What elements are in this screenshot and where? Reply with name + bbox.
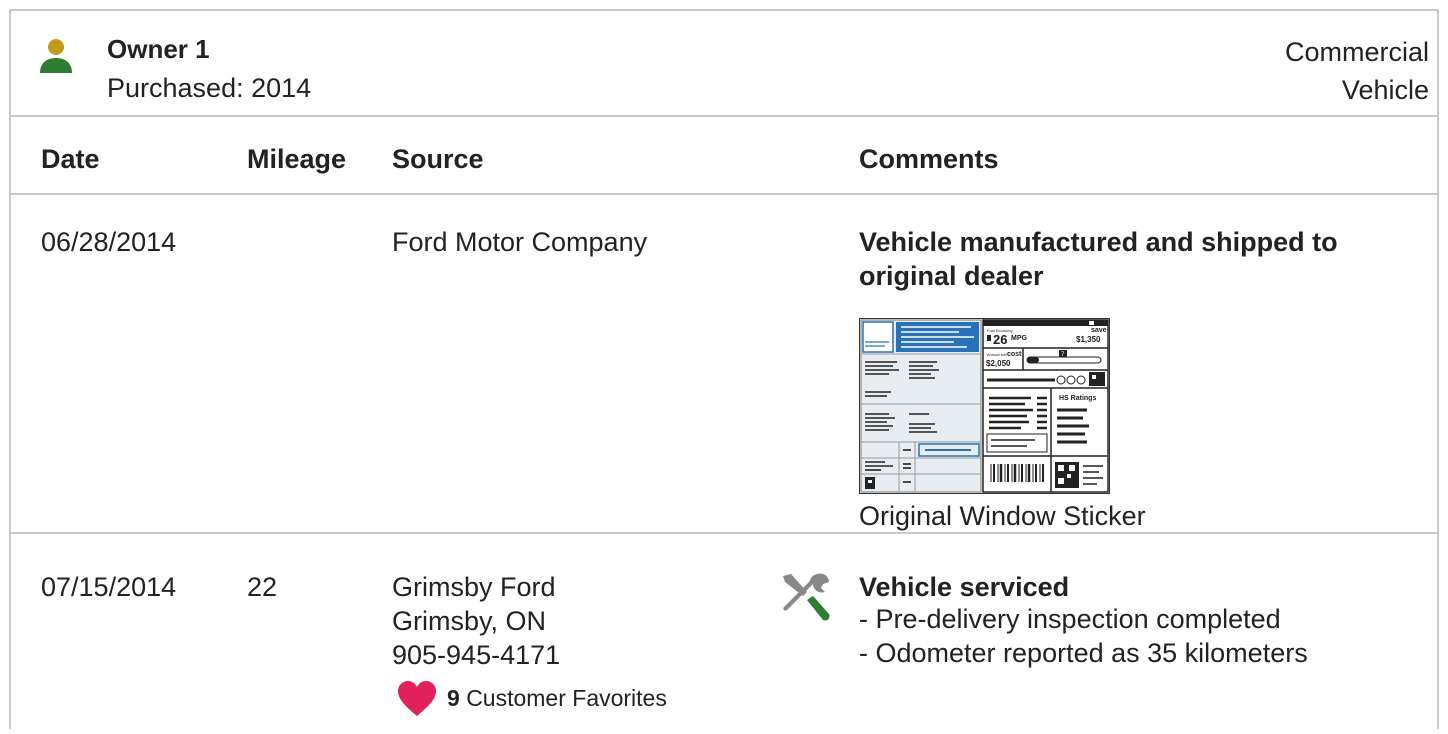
- column-header-mileage: Mileage: [247, 144, 347, 174]
- owner-purchased: Purchased: 2014: [107, 73, 312, 103]
- table-header: Date Mileage Source Comments: [11, 117, 1437, 195]
- window-sticker-link[interactable]: Original Window Sticker: [859, 501, 1146, 532]
- heart-icon: [398, 681, 436, 716]
- vehicle-use-type-line2: Vehicle: [1341, 75, 1429, 105]
- person-icon: [40, 39, 72, 73]
- sticker-mpg-unit: MPG: [1011, 335, 1028, 342]
- owner-history-card: Owner 1 Purchased: 2014 Commercial Vehic…: [9, 9, 1439, 729]
- vehicle-use-type-line1: Commercial: [1284, 37, 1429, 67]
- record-source: Ford Motor Company: [392, 227, 648, 257]
- record-source-phone: 905-945-4171: [392, 640, 561, 670]
- record-comment-title: Vehicle manufactured and shipped to orig…: [859, 227, 1338, 291]
- sticker-cost-label: cost: [1007, 351, 1022, 358]
- window-sticker-thumbnail[interactable]: Fuel Economy 26 MPG save $1,350 Annual f…: [859, 318, 1110, 494]
- list-item: Pre-delivery inspection completed: [859, 602, 1308, 636]
- vehicle-use-type: Commercial Vehicle: [1209, 33, 1429, 109]
- record-source-name: Grimsby Ford: [392, 572, 556, 602]
- record-date: 06/28/2014: [41, 227, 177, 257]
- sticker-mpg: 26: [993, 332, 1007, 347]
- svg-text:Annual fuel: Annual fuel: [987, 352, 1007, 357]
- sticker-ratings-label: HS Ratings: [1059, 395, 1096, 402]
- wrench-screwdriver-icon: [783, 573, 830, 621]
- record-comment-title: Vehicle serviced: [859, 572, 1070, 602]
- column-header-source: Source: [392, 144, 484, 174]
- record-source-city: Grimsby, ON: [392, 606, 546, 636]
- column-header-comments: Comments: [859, 144, 999, 174]
- customer-favorites[interactable]: 9 Customer Favorites: [447, 684, 667, 712]
- record-comment-list: Pre-delivery inspection completed Odomet…: [859, 602, 1308, 670]
- owner-title: Owner 1: [107, 34, 210, 64]
- sticker-save-label: save: [1091, 327, 1107, 334]
- list-item: Odometer reported as 35 kilometers: [859, 636, 1308, 670]
- record-mileage: 22: [247, 572, 278, 602]
- table-row: 06/28/2014 Ford Motor Company Vehicle ma…: [11, 195, 1437, 534]
- record-date: 07/15/2014: [41, 572, 177, 602]
- column-header-date: Date: [41, 144, 100, 174]
- sticker-cost-value: $2,050: [986, 359, 1011, 368]
- sticker-save-value: $1,350: [1076, 335, 1101, 344]
- table-row: 07/15/2014 22 Grimsby Ford Grimsby, ON 9…: [11, 534, 1437, 734]
- owner-header: Owner 1 Purchased: 2014 Commercial Vehic…: [11, 11, 1437, 117]
- favorites-label: Customer Favorites: [466, 685, 667, 711]
- favorites-count: 9: [447, 685, 460, 711]
